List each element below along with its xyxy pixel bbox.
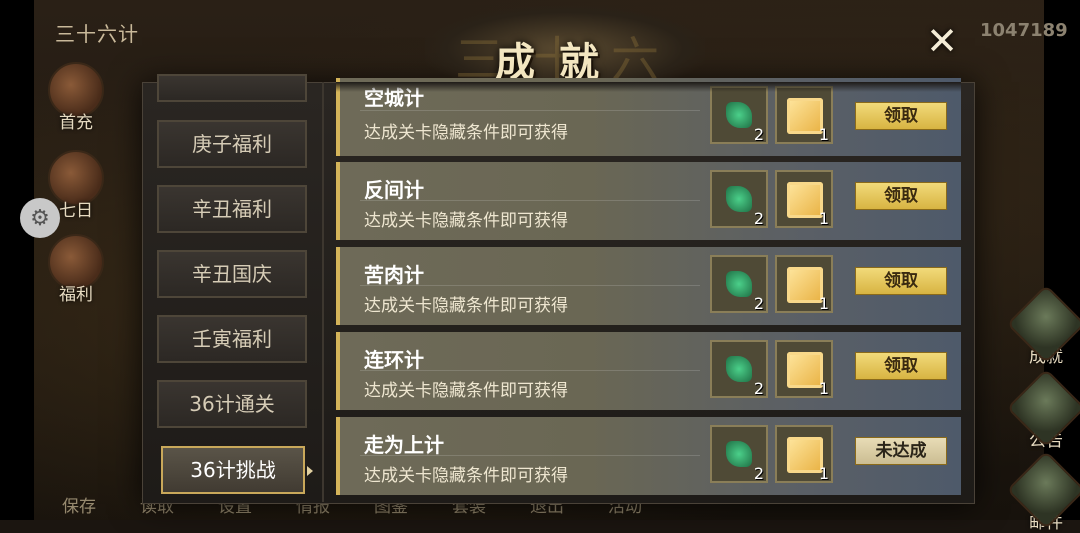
- reward-count: 2: [753, 294, 764, 313]
- reward-scroll[interactable]: 1: [775, 340, 833, 398]
- row-divider-line: [360, 110, 700, 111]
- first-recharge-icon: [48, 62, 104, 118]
- achievement-desc: 达成关卡隐藏条件即可获得: [364, 296, 568, 316]
- claim-button[interactable]: 领取: [855, 352, 947, 380]
- notice-button[interactable]: 公告: [1006, 368, 1080, 451]
- achievement-icon: [1006, 284, 1080, 364]
- welfare-icon: [48, 234, 104, 290]
- achievement-row: 苦肉计 达成关卡隐藏条件即可获得 2 1 领取: [336, 247, 961, 325]
- seven-day-icon: [48, 150, 104, 206]
- score-display: 1047189: [980, 20, 1068, 41]
- row-divider-line: [360, 285, 700, 286]
- achievement-row: 走为上计 达成关卡隐藏条件即可获得 2 1 未达成: [336, 417, 961, 495]
- reward-count: 2: [753, 125, 764, 144]
- panel-divider: [322, 82, 324, 502]
- achievement-name: 走为上计: [364, 433, 444, 457]
- not-achieved-button[interactable]: 未达成: [855, 437, 947, 465]
- mail-button[interactable]: 邮件: [1006, 450, 1080, 533]
- list-top-fade: [336, 82, 961, 92]
- settings-gear-icon[interactable]: ⚙: [20, 198, 60, 238]
- scroll-icon: [787, 437, 823, 473]
- achievement-row: 反间计 达成关卡隐藏条件即可获得 2 1 领取: [336, 162, 961, 240]
- scroll-icon: [787, 267, 823, 303]
- game-title: 三十六计: [55, 22, 139, 46]
- achievement-side-button[interactable]: 成就: [1006, 284, 1080, 367]
- reward-scroll[interactable]: 1: [775, 170, 833, 228]
- reward-count: 1: [818, 209, 829, 228]
- jade-icon: [726, 186, 752, 212]
- first-recharge-button[interactable]: 首充: [46, 62, 106, 133]
- mail-icon: [1006, 450, 1080, 530]
- left-letterbox: [0, 0, 34, 520]
- nav-item-gengzi[interactable]: 庚子福利: [157, 120, 307, 168]
- reward-count: 2: [753, 379, 764, 398]
- reward-scroll[interactable]: 1: [775, 86, 833, 144]
- scroll-icon: [787, 182, 823, 218]
- nav-item-xinchou-national[interactable]: 辛丑国庆: [157, 250, 307, 298]
- row-divider-line: [360, 200, 700, 201]
- nav-item-renyin[interactable]: 壬寅福利: [157, 315, 307, 363]
- achievement-desc: 达成关卡隐藏条件即可获得: [364, 466, 568, 486]
- reward-count: 2: [753, 464, 764, 483]
- reward-jade[interactable]: 2: [710, 170, 768, 228]
- reward-scroll[interactable]: 1: [775, 425, 833, 483]
- reward-count: 1: [818, 379, 829, 398]
- reward-jade[interactable]: 2: [710, 86, 768, 144]
- row-divider-line: [360, 455, 700, 456]
- reward-count: 1: [818, 464, 829, 483]
- achievement-name: 苦肉计: [364, 263, 424, 287]
- jade-icon: [726, 102, 752, 128]
- row-divider-line: [360, 370, 700, 371]
- reward-jade[interactable]: 2: [710, 255, 768, 313]
- achievement-desc: 达成关卡隐藏条件即可获得: [364, 211, 568, 231]
- nav-item-36-challenge[interactable]: 36计挑战: [161, 446, 313, 494]
- claim-button[interactable]: 领取: [855, 182, 947, 210]
- scroll-icon: [787, 352, 823, 388]
- reward-jade[interactable]: 2: [710, 340, 768, 398]
- jade-icon: [726, 271, 752, 297]
- reward-count: 1: [818, 294, 829, 313]
- reward-count: 2: [753, 209, 764, 228]
- bottom-menu-save[interactable]: 保存: [40, 492, 118, 520]
- achievement-desc: 达成关卡隐藏条件即可获得: [364, 123, 568, 143]
- nav-item-xinchou[interactable]: 辛丑福利: [157, 185, 307, 233]
- welfare-button[interactable]: 福利: [46, 234, 106, 305]
- jade-icon: [726, 356, 752, 382]
- claim-button[interactable]: 领取: [855, 102, 947, 130]
- jade-icon: [726, 441, 752, 467]
- claim-button[interactable]: 领取: [855, 267, 947, 295]
- reward-scroll[interactable]: 1: [775, 255, 833, 313]
- reward-jade[interactable]: 2: [710, 425, 768, 483]
- achievement-name: 连环计: [364, 348, 424, 372]
- achievement-name: 反间计: [364, 178, 424, 202]
- achievement-desc: 达成关卡隐藏条件即可获得: [364, 381, 568, 401]
- reward-count: 1: [818, 125, 829, 144]
- nav-item-partial[interactable]: [157, 74, 307, 102]
- achievement-row: 连环计 达成关卡隐藏条件即可获得 2 1 领取: [336, 332, 961, 410]
- nav-item-36-clear[interactable]: 36计通关: [157, 380, 307, 428]
- scroll-icon: [787, 98, 823, 134]
- close-button[interactable]: ✕: [924, 22, 960, 60]
- notice-icon: [1006, 368, 1080, 448]
